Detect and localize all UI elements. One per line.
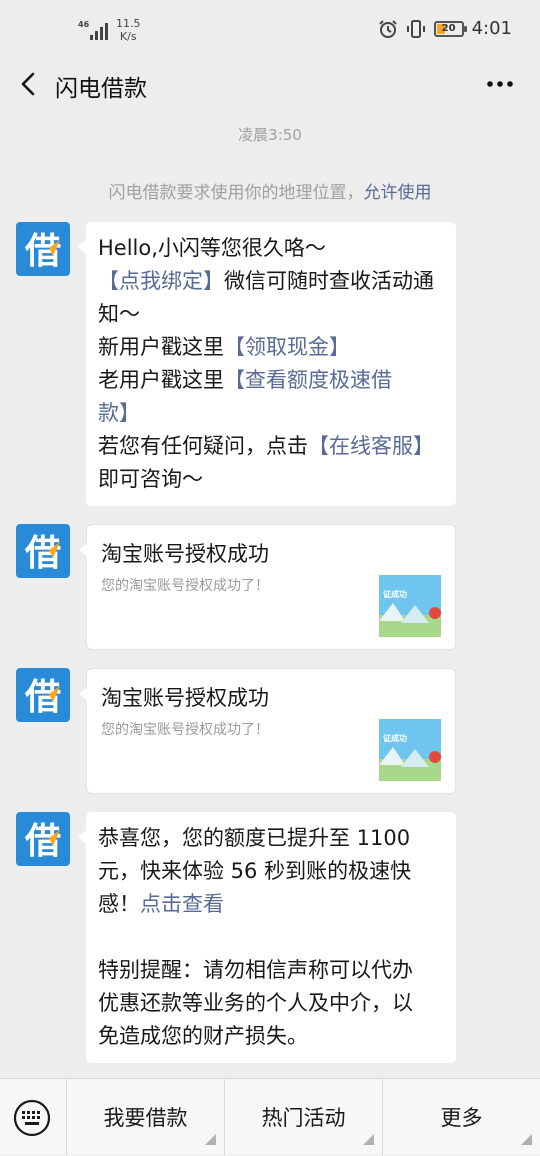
speed-value: 11.5 [116, 17, 141, 30]
view-limit-link-a[interactable]: 【查看额度极速借 [224, 368, 392, 392]
vibrate-icon [406, 19, 425, 38]
old-user-line-2: 款】 [98, 397, 444, 430]
congrats-prefix: 感！ [98, 892, 140, 916]
menu-loan-label: 我要借款 [103, 1106, 188, 1130]
chat-area: 凌晨3:50 闪电借款要求使用你的地理位置，允许使用 借 Hello,小闪等您很… [0, 106, 540, 1078]
bind-link[interactable]: 【点我绑定】 [98, 269, 224, 293]
clock: 4:01 [471, 18, 512, 39]
avatar[interactable]: 借 [16, 812, 70, 866]
avatar-char: 借 [24, 677, 61, 718]
congrats-line-3: 感！点击查看 [98, 888, 444, 921]
question-prefix: 若您有任何疑问，点击 [98, 434, 308, 458]
menu-hot-activity[interactable]: 热门活动 [224, 1079, 382, 1155]
card-title: 淘宝账号授权成功 [101, 686, 269, 710]
status-right: 20 4:01 [378, 18, 512, 39]
chevron-left-icon[interactable] [16, 70, 42, 98]
nav-bar: 闪电借款 [0, 62, 540, 106]
thumb-text: 证成功 [383, 589, 407, 599]
article-card[interactable]: 淘宝账号授权成功 您的淘宝账号授权成功了！ 证成功 [79, 524, 456, 650]
more-dots-icon[interactable] [486, 72, 514, 96]
thumb-text: 证成功 [383, 733, 407, 743]
network-speed: 11.5 K/s [116, 17, 141, 43]
question-suffix: 即可咨询～ [98, 467, 203, 491]
avatar-char: 借 [24, 231, 61, 272]
greeting-text: Hello,小闪等您很久咯～ [98, 236, 326, 260]
card-description: 您的淘宝账号授权成功了！ [101, 578, 269, 594]
status-bar: 46 11.5 K/s 20 4:01 [0, 0, 540, 62]
menu-more[interactable]: 更多 [382, 1079, 540, 1155]
menu-loan[interactable]: 我要借款 [66, 1079, 224, 1155]
card-thumbnail: 证成功 [379, 575, 441, 637]
submenu-indicator-icon [363, 1134, 374, 1145]
avatar[interactable]: 借 [16, 668, 70, 722]
message-bubble: Hello,小闪等您很久咯～ 【点我绑定】微信可随时查收活动通 知～ 新用户戳这… [78, 222, 456, 506]
location-notice-text: 闪电借款要求使用你的地理位置， [108, 183, 364, 203]
bind-rest-a: 微信可随时查收活动通 [224, 269, 434, 293]
bottom-menu: 我要借款 热门活动 更多 [0, 1078, 540, 1155]
avatar-logo-icon: 借 [24, 821, 61, 862]
question-line: 若您有任何疑问，点击【在线客服】 [98, 430, 444, 463]
congrats-line-2: 元，快来体验 56 秒到账的极速快 [98, 859, 412, 883]
new-user-prefix: 新用户戳这里 [98, 335, 224, 359]
message-bubble: 恭喜您，您的额度已提升至 1100 元，快来体验 56 秒到账的极速快 感！点击… [78, 812, 456, 1063]
bind-line: 【点我绑定】微信可随时查收活动通 [98, 265, 444, 298]
view-details-link[interactable]: 点击查看 [140, 892, 224, 916]
new-user-line: 新用户戳这里【领取现金】 [98, 331, 444, 364]
online-service-link[interactable]: 【在线客服】 [308, 434, 434, 458]
card-thumbnail: 证成功 [379, 719, 441, 781]
avatar-logo-icon: 借 [24, 677, 61, 718]
warning-line-2: 优惠还款等业务的个人及中介，以 [98, 991, 413, 1015]
submenu-indicator-icon [205, 1134, 216, 1145]
avatar[interactable]: 借 [16, 524, 70, 578]
warning-line-1: 特别提醒：请勿相信声称可以代办 [98, 958, 413, 982]
message-timestamp: 凌晨3:50 [238, 126, 302, 144]
avatar-logo-icon: 借 [24, 533, 61, 574]
article-card[interactable]: 淘宝账号授权成功 您的淘宝账号授权成功了！ 证成功 [79, 668, 456, 794]
view-limit-link-b[interactable]: 款】 [98, 401, 140, 425]
submenu-indicator-icon [521, 1134, 532, 1145]
old-user-line: 老用户戳这里【查看额度极速借 [98, 364, 444, 397]
page-title: 闪电借款 [55, 76, 147, 102]
avatar[interactable]: 借 [16, 222, 70, 276]
location-notice: 闪电借款要求使用你的地理位置，允许使用 [0, 178, 540, 203]
menu-hot-activity-label: 热门活动 [261, 1106, 346, 1130]
bind-rest-b: 知～ [98, 302, 140, 326]
network-type: 46 [78, 20, 90, 29]
alarm-icon [378, 19, 397, 38]
menu-more-label: 更多 [440, 1106, 483, 1130]
speed-unit: K/s [119, 30, 137, 43]
card-description: 您的淘宝账号授权成功了！ [101, 722, 269, 738]
warning-line-3: 免造成您的财产损失。 [98, 1024, 308, 1048]
get-cash-link[interactable]: 【领取现金】 [224, 335, 350, 359]
keyboard-icon [13, 1099, 51, 1137]
old-user-prefix: 老用户戳这里 [98, 368, 224, 392]
card-title: 淘宝账号授权成功 [101, 542, 269, 566]
battery-icon: 20 [433, 20, 467, 37]
avatar-logo-icon: 借 [24, 231, 61, 272]
allow-location-link[interactable]: 允许使用 [364, 183, 432, 203]
congrats-line-1: 恭喜您，您的额度已提升至 1100 [98, 826, 411, 850]
avatar-char: 借 [24, 821, 61, 862]
keyboard-toggle-button[interactable] [0, 1079, 66, 1156]
avatar-char: 借 [24, 533, 61, 574]
